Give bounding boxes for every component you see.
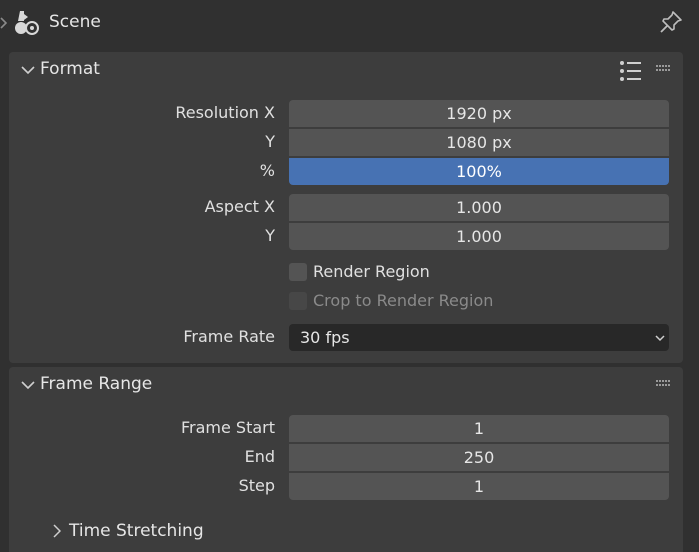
- chevron-down-icon: [21, 381, 35, 390]
- chevron-right-icon[interactable]: [0, 15, 10, 31]
- frame-end-field[interactable]: 250: [289, 444, 669, 471]
- aspect-y-label: Y: [265, 226, 275, 245]
- resolution-percent-field[interactable]: 100%: [289, 158, 669, 185]
- chevron-down-icon: [655, 335, 665, 342]
- pin-icon[interactable]: [659, 10, 683, 34]
- frame-rate-value: 30 fps: [300, 328, 350, 347]
- drag-grip-icon[interactable]: [656, 380, 672, 388]
- aspect-x-label: Aspect X: [204, 197, 275, 216]
- scene-icon: [15, 11, 39, 35]
- render-region-checkbox[interactable]: [289, 263, 307, 281]
- format-panel-title: Format: [40, 59, 100, 79]
- frame-step-field[interactable]: 1: [289, 473, 669, 500]
- aspect-y-field[interactable]: 1.000: [289, 223, 669, 250]
- resolution-y-field[interactable]: 1080 px: [289, 129, 669, 156]
- crop-render-region-label: Crop to Render Region: [313, 291, 494, 310]
- scene-title: Scene: [49, 12, 101, 32]
- drag-grip-icon[interactable]: [656, 65, 672, 73]
- frame-rate-dropdown[interactable]: 30 fps: [289, 324, 669, 351]
- frame-step-label: Step: [238, 476, 275, 495]
- format-panel-header[interactable]: Format: [9, 52, 683, 88]
- frame-range-panel: Frame Range Frame Start 1 End 250 Step 1…: [9, 367, 683, 552]
- aspect-x-field[interactable]: 1.000: [289, 194, 669, 221]
- frame-start-field[interactable]: 1: [289, 415, 669, 442]
- chevron-right-icon[interactable]: [53, 524, 61, 538]
- frame-range-panel-header[interactable]: Frame Range: [9, 367, 683, 403]
- frame-range-panel-title: Frame Range: [40, 374, 153, 394]
- resolution-y-label: Y: [265, 132, 275, 151]
- resolution-x-field[interactable]: 1920 px: [289, 100, 669, 127]
- presets-list-icon[interactable]: [619, 60, 643, 82]
- time-stretching-subpanel[interactable]: Time Stretching: [69, 521, 204, 541]
- resolution-percent-label: %: [259, 161, 275, 180]
- resolution-x-label: Resolution X: [175, 103, 275, 122]
- render-region-label: Render Region: [313, 262, 430, 281]
- properties-header: Scene: [0, 0, 699, 44]
- format-panel: Format Resolution X 1920 px Y 1080 px % …: [9, 52, 683, 363]
- frame-end-label: End: [244, 447, 275, 466]
- chevron-down-icon: [21, 66, 35, 75]
- frame-rate-label: Frame Rate: [183, 327, 275, 346]
- crop-render-region-checkbox: [289, 292, 307, 310]
- frame-start-label: Frame Start: [180, 418, 275, 437]
